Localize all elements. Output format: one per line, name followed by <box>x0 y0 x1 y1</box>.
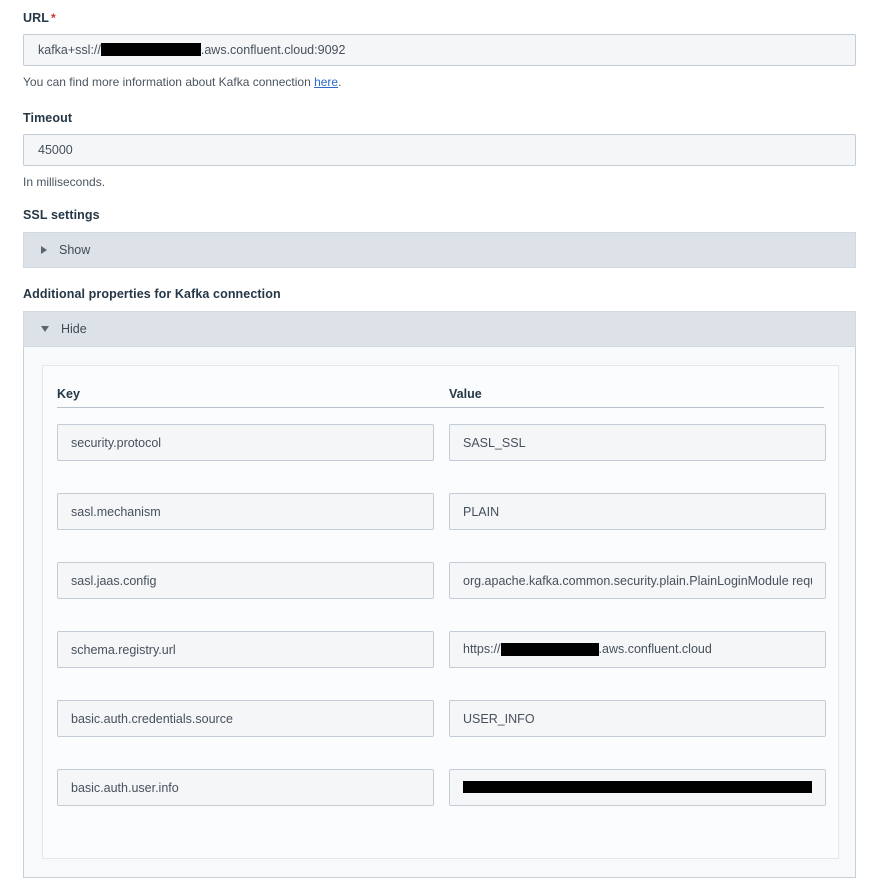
property-value-input[interactable]: org.apache.kafka.common.security.plain.P… <box>449 562 826 599</box>
timeout-help-text: In milliseconds. <box>23 175 106 189</box>
table-row: basic.auth.user.info <box>57 753 826 822</box>
url-input[interactable]: kafka+ssl:// .aws.confluent.cloud:9092 <box>23 34 856 66</box>
ssl-settings-toggle[interactable]: Show <box>23 232 856 268</box>
table-cell-key: security.protocol <box>57 424 449 461</box>
table-cell-value: SASL_SSL <box>449 424 826 461</box>
property-value-text: https:// .aws.confluent.cloud <box>463 642 812 656</box>
url-field-group: URL * kafka+ssl:// .aws.confluent.cloud:90… <box>23 10 856 90</box>
url-help-text: You can find more information about Kafk… <box>23 74 856 90</box>
url-required-indicator: * <box>51 11 56 25</box>
kafka-docs-link[interactable]: here <box>314 75 338 89</box>
table-cell-value: USER_INFO <box>449 700 826 737</box>
property-key-value: basic.auth.user.info <box>71 780 179 795</box>
url-label-text: URL <box>23 11 49 25</box>
basic-auth-user-info-redaction <box>463 780 812 793</box>
table-row: sasl.jaas.config org.apache.kafka.common… <box>57 546 826 615</box>
table-cell-value: PLAIN <box>449 493 826 530</box>
timeout-value: 45000 <box>38 143 73 157</box>
table-cell-key: basic.auth.user.info <box>57 769 449 806</box>
property-value-input[interactable] <box>449 769 826 806</box>
additional-properties-label: Additional properties for Kafka connecti… <box>23 287 281 301</box>
column-header-value: Value <box>449 387 482 401</box>
property-key-value: schema.registry.url <box>71 642 176 657</box>
url-help-suffix: . <box>338 75 342 89</box>
property-key-value: basic.auth.credentials.source <box>71 711 233 726</box>
additional-properties-toggle[interactable]: Hide <box>23 311 856 347</box>
timeout-input[interactable]: 45000 <box>23 134 856 166</box>
property-value-input[interactable]: https:// .aws.confluent.cloud <box>449 631 826 668</box>
property-key-input[interactable]: schema.registry.url <box>57 631 434 668</box>
property-value-text: SASL_SSL <box>463 435 526 450</box>
table-row: schema.registry.url https:// .aws.conflue… <box>57 615 826 684</box>
timeout-field-group: Timeout 45000 In milliseconds. <box>23 110 856 190</box>
property-value-input[interactable]: SASL_SSL <box>449 424 826 461</box>
additional-properties-toggle-label: Hide <box>61 322 87 336</box>
triangle-right-icon <box>41 246 47 254</box>
table-row: security.protocol SASL_SSL <box>57 408 826 477</box>
table-cell-key: basic.auth.credentials.source <box>57 700 449 737</box>
property-key-input[interactable]: sasl.jaas.config <box>57 562 434 599</box>
kafka-connection-settings-form: URL * kafka+ssl:// .aws.confluent.cloud:90… <box>0 0 879 892</box>
triangle-down-icon <box>41 326 49 332</box>
schema-registry-redaction <box>500 642 599 656</box>
timeout-label: Timeout <box>23 111 73 125</box>
schema-registry-prefix: https:// <box>463 642 501 657</box>
column-header-key: Key <box>57 387 80 401</box>
ssl-settings-group: SSL settings Show <box>23 207 856 268</box>
table-cell-key: sasl.jaas.config <box>57 562 449 599</box>
url-label: URL * <box>23 10 856 26</box>
table-cell-value: org.apache.kafka.common.security.plain.P… <box>449 562 826 599</box>
property-key-input[interactable]: sasl.mechanism <box>57 493 434 530</box>
schema-registry-suffix: .aws.confluent.cloud <box>598 642 712 657</box>
property-key-value: sasl.jaas.config <box>71 573 157 588</box>
property-value-input[interactable]: USER_INFO <box>449 700 826 737</box>
table-cell-key: schema.registry.url <box>57 631 449 668</box>
table-row: basic.auth.credentials.source USER_INFO <box>57 684 826 753</box>
ssl-settings-toggle-label: Show <box>59 243 91 257</box>
table-row: sasl.mechanism PLAIN <box>57 477 826 546</box>
table-cell-value: https:// .aws.confluent.cloud <box>449 631 826 668</box>
property-value-input[interactable]: PLAIN <box>449 493 826 530</box>
additional-properties-panel: Key Value security.protocol SASL_SSL sas… <box>23 347 856 878</box>
key-value-table-header: Key Value <box>57 366 824 408</box>
property-key-input[interactable]: basic.auth.credentials.source <box>57 700 434 737</box>
url-value-prefix: kafka+ssl:// <box>38 43 101 57</box>
additional-properties-group: Additional properties for Kafka connecti… <box>23 286 856 878</box>
property-key-input[interactable]: security.protocol <box>57 424 434 461</box>
table-cell-value <box>449 769 826 806</box>
property-value-text: USER_INFO <box>463 711 535 726</box>
property-value-text: org.apache.kafka.common.security.plain.P… <box>463 573 812 588</box>
url-help-prefix: You can find more information about Kafk… <box>23 75 315 89</box>
property-key-input[interactable]: basic.auth.user.info <box>57 769 434 806</box>
url-value-redaction <box>100 42 201 56</box>
table-cell-key: sasl.mechanism <box>57 493 449 530</box>
url-value-suffix: .aws.confluent.cloud:9092 <box>200 43 346 57</box>
property-key-value: sasl.mechanism <box>71 504 161 519</box>
ssl-settings-label: SSL settings <box>23 208 100 222</box>
property-value-text: PLAIN <box>463 504 500 519</box>
key-value-table-card: Key Value security.protocol SASL_SSL sas… <box>42 365 839 859</box>
property-key-value: security.protocol <box>71 435 162 450</box>
